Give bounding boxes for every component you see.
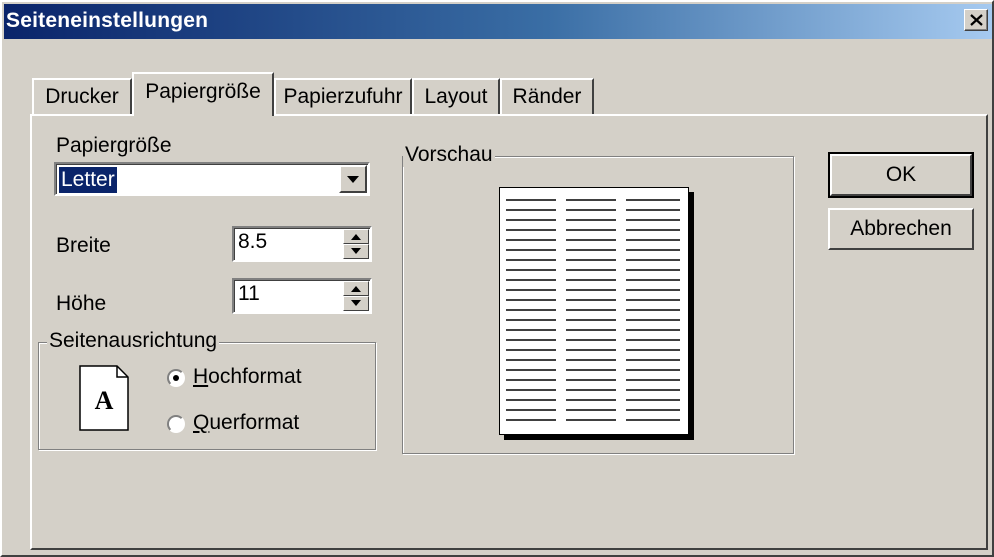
arrow-up-icon bbox=[351, 234, 361, 240]
tab-papierzufuhr[interactable]: Papierzufuhr bbox=[274, 78, 412, 114]
tab-drucker[interactable]: Drucker bbox=[32, 78, 132, 114]
portrait-radio[interactable] bbox=[167, 369, 185, 387]
width-label: Breite bbox=[56, 234, 111, 257]
preview-text-lines bbox=[506, 199, 680, 421]
height-spin-up[interactable] bbox=[343, 281, 369, 296]
arrow-up-icon bbox=[351, 286, 361, 292]
width-spin-up[interactable] bbox=[343, 229, 369, 244]
page-setup-dialog: Seiteneinstellungen Drucker Papiergröße … bbox=[0, 0, 994, 557]
close-button[interactable] bbox=[964, 9, 988, 31]
width-value: 8.5 bbox=[238, 230, 268, 253]
preview-group: Vorschau bbox=[402, 143, 794, 454]
height-spin-down[interactable] bbox=[343, 296, 369, 311]
paper-size-dropdown[interactable]: Letter bbox=[54, 162, 370, 196]
tab-papiergroesse[interactable]: Papiergröße bbox=[132, 72, 274, 116]
dropdown-button[interactable] bbox=[339, 165, 367, 193]
title-bar[interactable]: Seiteneinstellungen bbox=[4, 4, 992, 39]
orientation-group: Seitenausrichtung A Hochformat Querforma… bbox=[38, 329, 376, 450]
radio-selected-dot bbox=[173, 375, 179, 381]
width-spin-down[interactable] bbox=[343, 244, 369, 259]
portrait-label[interactable]: Hochformat bbox=[193, 365, 302, 389]
paper-size-label: Papiergröße bbox=[56, 134, 172, 157]
height-value: 11 bbox=[238, 282, 260, 305]
page-portrait-icon: A bbox=[79, 365, 129, 431]
close-icon bbox=[970, 14, 983, 26]
page-icon-letter: A bbox=[95, 386, 114, 415]
window-title: Seiteneinstellungen bbox=[6, 9, 209, 32]
width-spinbox[interactable]: 8.5 bbox=[232, 226, 372, 262]
arrow-down-icon bbox=[351, 300, 361, 306]
paper-size-value: Letter bbox=[58, 166, 118, 194]
height-spinbox[interactable]: 11 bbox=[232, 278, 372, 314]
preview-group-label: Vorschau bbox=[403, 143, 495, 167]
tab-panel: Papiergröße Letter Breite 8.5 Höhe 11 Se… bbox=[30, 114, 988, 550]
height-label: Höhe bbox=[56, 292, 107, 315]
preview-page bbox=[499, 187, 689, 435]
tab-raender[interactable]: Ränder bbox=[500, 78, 594, 114]
ok-button[interactable]: OK bbox=[828, 152, 974, 198]
landscape-label[interactable]: Querformat bbox=[193, 411, 299, 435]
orientation-group-label: Seitenausrichtung bbox=[47, 329, 220, 353]
arrow-down-icon bbox=[351, 248, 361, 254]
cancel-button[interactable]: Abbrechen bbox=[828, 208, 974, 250]
landscape-radio[interactable] bbox=[167, 415, 185, 433]
tab-layout[interactable]: Layout bbox=[412, 78, 500, 114]
chevron-down-icon bbox=[347, 176, 359, 183]
